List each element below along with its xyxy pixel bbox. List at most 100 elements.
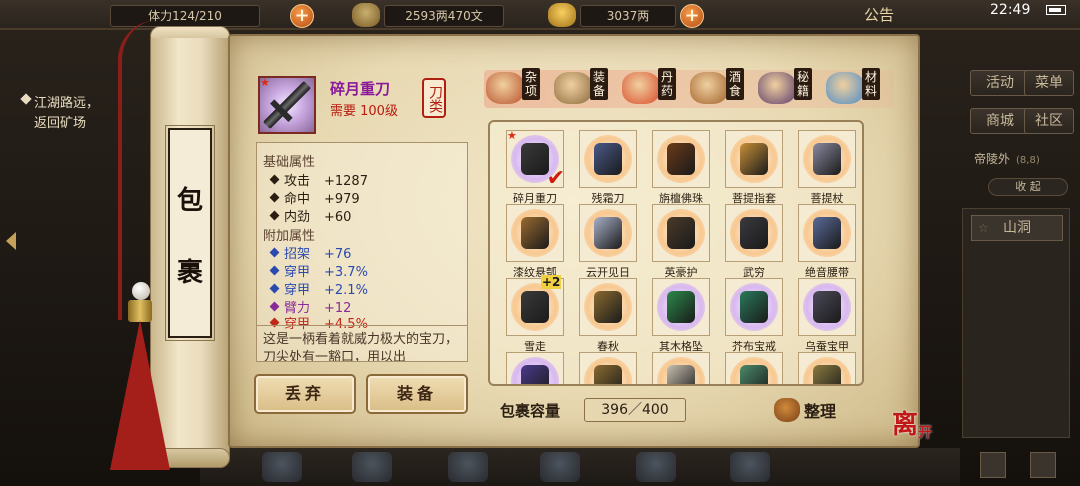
heavy-saber-icon bbox=[521, 143, 549, 175]
inventory-slot[interactable] bbox=[506, 204, 564, 262]
tab-1[interactable]: 装备 bbox=[552, 68, 620, 108]
bottom-nav-item-3[interactable] bbox=[448, 452, 488, 482]
weapon-bundle-icon bbox=[554, 72, 592, 104]
inventory-slot[interactable] bbox=[506, 352, 564, 384]
quest-bullet-icon bbox=[20, 93, 32, 105]
notice-button[interactable]: 公告 bbox=[864, 4, 894, 25]
location-coord: (8,8) bbox=[1016, 155, 1040, 166]
heavy-saber-icon bbox=[262, 80, 312, 130]
capacity-value: 396／400 bbox=[584, 398, 686, 422]
inventory-slot[interactable] bbox=[798, 204, 856, 262]
rarity-star-icon: ★ bbox=[260, 76, 270, 89]
bottom-right-button-2[interactable] bbox=[1030, 452, 1056, 478]
category-tabs: 杂项 装备 丹药 酒食 秘籍 材料 bbox=[484, 68, 894, 108]
silver-ingot-icon bbox=[352, 3, 380, 27]
inventory-slot[interactable] bbox=[579, 130, 637, 188]
leave-button[interactable]: 离开 bbox=[892, 404, 942, 448]
tab-3[interactable]: 酒食 bbox=[688, 68, 756, 108]
jade-pendant-icon bbox=[667, 291, 695, 323]
books-icon bbox=[758, 72, 796, 104]
blade-item-icon bbox=[813, 365, 841, 384]
armor-icon bbox=[813, 291, 841, 323]
wine-food-icon bbox=[690, 72, 728, 104]
base-attr: 命中 +979 bbox=[269, 188, 360, 207]
inventory-slot[interactable]: ★ ✔ bbox=[506, 129, 565, 191]
tab-0[interactable]: 杂项 bbox=[484, 68, 552, 108]
item-type-tag: 刀类 bbox=[422, 78, 446, 118]
inventory-slot[interactable] bbox=[579, 204, 637, 262]
divider bbox=[257, 325, 467, 326]
map-item-label: 山洞 bbox=[1003, 220, 1031, 236]
inventory-grid[interactable]: ★ ✔ 碎月重刀 残霜刀 旃檀佛珠 菩提指套 菩提杖 漆纹悬瓠 云开见日 英豪护 武穷 绝音腰带 +2 雪… bbox=[488, 120, 864, 386]
bottom-nav-item-4[interactable] bbox=[540, 452, 580, 482]
extra-attr: 穿甲 +3.7% bbox=[269, 261, 368, 280]
quest-line-2: 返回矿场 bbox=[34, 116, 87, 131]
gloves-icon bbox=[521, 365, 549, 384]
tab-label: 杂项 bbox=[522, 68, 540, 100]
gauntlet-icon bbox=[740, 217, 768, 249]
inventory-slot[interactable] bbox=[798, 352, 856, 384]
add-gold-button[interactable]: + bbox=[680, 4, 704, 28]
collapse-button[interactable]: 收 起 bbox=[988, 178, 1068, 196]
bottom-right-button-1[interactable] bbox=[980, 452, 1006, 478]
discard-button[interactable]: 丢弃 bbox=[254, 374, 356, 414]
sort-label: 整理 bbox=[804, 402, 837, 421]
frost-blade-icon bbox=[594, 143, 622, 175]
add-stamina-button[interactable]: + bbox=[290, 4, 314, 28]
map-item-cave[interactable]: ☆ 山洞 bbox=[971, 215, 1063, 241]
sort-button[interactable]: 整理 bbox=[774, 396, 850, 424]
pills-icon bbox=[622, 72, 660, 104]
inventory-slot[interactable] bbox=[652, 204, 710, 262]
extra-attr: 穿甲 +4.5% bbox=[269, 313, 368, 332]
scroll-title-char-1: 包 bbox=[176, 186, 203, 216]
bottom-nav-item-1[interactable] bbox=[262, 452, 302, 482]
tab-5[interactable]: 材料 bbox=[824, 68, 892, 108]
quest-line-1: 江湖路远， bbox=[34, 96, 100, 111]
inventory-slot[interactable] bbox=[579, 352, 637, 384]
community-button[interactable]: 社区 bbox=[1024, 108, 1074, 134]
inventory-slot[interactable] bbox=[725, 352, 783, 384]
tab-label: 装备 bbox=[590, 68, 608, 100]
gold-ingot-icon bbox=[548, 3, 576, 27]
inventory-slot[interactable] bbox=[725, 130, 783, 188]
map-list-panel: ☆ 山洞 bbox=[962, 208, 1070, 438]
menu-button[interactable]: 菜单 bbox=[1024, 70, 1074, 96]
location-display: 帝陵外 (8,8) bbox=[968, 148, 1068, 170]
tab-label: 秘籍 bbox=[794, 68, 812, 100]
tab-2[interactable]: 丹药 bbox=[620, 68, 688, 108]
clock: 22:49 bbox=[990, 2, 1031, 18]
bottom-nav-item-6[interactable] bbox=[730, 452, 770, 482]
extra-attr: 招架 +76 bbox=[269, 243, 351, 262]
tassel-cap bbox=[128, 300, 152, 322]
selected-check-icon: ✔ bbox=[546, 166, 565, 191]
inventory-slot[interactable] bbox=[652, 352, 710, 384]
jade-ring-icon bbox=[740, 291, 768, 323]
inventory-slot[interactable] bbox=[652, 278, 710, 336]
inventory-slot[interactable] bbox=[579, 278, 637, 336]
dragon-item-icon bbox=[740, 365, 768, 384]
activity-button[interactable]: 活动 bbox=[970, 70, 1030, 96]
inventory-slot[interactable]: +2 bbox=[506, 275, 564, 336]
item-name: 碎月重刀 bbox=[330, 80, 391, 98]
inventory-slot[interactable] bbox=[725, 204, 783, 262]
scroll-title-label: 包 裹 bbox=[165, 125, 215, 341]
equip-button[interactable]: 装备 bbox=[366, 374, 468, 414]
tab-4[interactable]: 秘籍 bbox=[756, 68, 824, 108]
capacity-label: 包裹容量 bbox=[500, 402, 561, 420]
staff-icon bbox=[813, 143, 841, 175]
inventory-slot[interactable] bbox=[798, 278, 856, 336]
extra-attr: 穿甲 +2.1% bbox=[269, 279, 368, 298]
bottom-nav-item-5[interactable] bbox=[636, 452, 676, 482]
enhance-level-badge: +2 bbox=[541, 275, 562, 289]
item-attributes-box[interactable]: 基础属性 攻击 +1287 命中 +979 内劲 +60 附加属性 招架 +76 穿甲 +… bbox=[256, 142, 468, 362]
bag-icon bbox=[774, 398, 800, 422]
inventory-slot[interactable] bbox=[652, 130, 710, 188]
inventory-slot[interactable] bbox=[725, 278, 783, 336]
location-name: 帝陵外 bbox=[974, 152, 1011, 166]
rarity-star-icon: ★ bbox=[507, 129, 517, 142]
inventory-slot[interactable] bbox=[798, 130, 856, 188]
belt-icon bbox=[813, 217, 841, 249]
bottom-nav-item-2[interactable] bbox=[352, 452, 392, 482]
shop-button[interactable]: 商城 bbox=[970, 108, 1030, 134]
expand-left-arrow-icon[interactable] bbox=[6, 232, 16, 250]
